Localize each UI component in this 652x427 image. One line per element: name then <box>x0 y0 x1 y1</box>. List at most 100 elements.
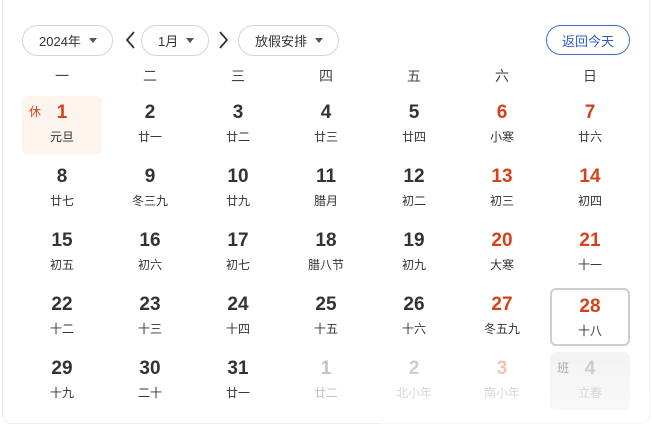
day-cell[interactable]: 6 小寒 <box>462 96 542 154</box>
caret-down-icon <box>315 38 324 43</box>
day-cell[interactable]: 休 1 元旦 <box>22 96 102 154</box>
next-month-button[interactable] <box>213 28 233 52</box>
day-number: 9 <box>144 166 156 187</box>
lunar-date: 廿一 <box>225 386 250 400</box>
day-number: 5 <box>408 102 420 123</box>
lunar-date: 廿二 <box>313 386 338 400</box>
day-cell[interactable]: 2 廿一 <box>110 96 190 154</box>
day-cell[interactable]: 20 大寒 <box>462 224 542 282</box>
back-to-today-button[interactable]: 返回今天 <box>546 25 630 55</box>
lunar-date: 小寒 <box>489 130 514 144</box>
day-cell[interactable]: 8 廿七 <box>22 160 102 218</box>
holiday-schedule-select[interactable]: 放假安排 <box>238 25 339 56</box>
lunar-date: 十四 <box>225 322 250 336</box>
day-number: 23 <box>139 294 161 315</box>
year-select[interactable]: 2024年 <box>22 25 113 56</box>
day-number: 18 <box>315 230 337 251</box>
day-number: 31 <box>227 358 249 379</box>
month-select-label: 1月 <box>158 34 179 49</box>
day-cell[interactable]: 23 十三 <box>110 288 190 346</box>
day-cell[interactable]: 26 十六 <box>374 288 454 346</box>
day-number: 7 <box>584 102 596 123</box>
holiday-schedule-label: 放假安排 <box>255 34 308 49</box>
weekday-label: 四 <box>319 68 333 84</box>
weekday-label: 一 <box>55 68 69 84</box>
day-number: 1 <box>320 358 332 379</box>
day-number: 2 <box>144 102 156 123</box>
caret-down-icon <box>186 38 195 43</box>
day-cell[interactable]: 21 十一 <box>550 224 630 282</box>
day-cell[interactable]: 5 廿四 <box>374 96 454 154</box>
day-number: 3 <box>232 102 244 123</box>
day-cell[interactable]: 2 北小年 <box>374 352 454 410</box>
lunar-date: 廿二 <box>225 130 250 144</box>
lunar-date: 初九 <box>401 258 426 272</box>
day-cell[interactable]: 12 初二 <box>374 160 454 218</box>
day-cell[interactable]: 22 十二 <box>22 288 102 346</box>
lunar-date: 南小年 <box>483 386 520 400</box>
day-number: 6 <box>496 102 508 123</box>
day-number: 29 <box>51 358 73 379</box>
day-number: 30 <box>139 358 161 379</box>
day-cell[interactable]: 24 十四 <box>198 288 278 346</box>
day-number: 16 <box>139 230 161 251</box>
day-cell[interactable]: 30 二十 <box>110 352 190 410</box>
day-cell[interactable]: 19 初九 <box>374 224 454 282</box>
lunar-date: 北小年 <box>395 386 432 400</box>
prev-month-button[interactable] <box>121 28 141 52</box>
weekday-label: 日 <box>583 68 597 84</box>
day-number: 8 <box>56 166 68 187</box>
day-cell[interactable]: 17 初七 <box>198 224 278 282</box>
weekday-label: 六 <box>495 68 509 84</box>
lunar-date: 初五 <box>49 258 74 272</box>
day-number: 17 <box>227 230 249 251</box>
day-number: 13 <box>491 166 513 187</box>
day-number: 12 <box>403 166 425 187</box>
day-cell[interactable]: 16 初六 <box>110 224 190 282</box>
lunar-date: 十八 <box>577 324 602 338</box>
day-cell[interactable]: 15 初五 <box>22 224 102 282</box>
day-number: 11 <box>315 166 337 187</box>
day-cell[interactable]: 7 廿六 <box>550 96 630 154</box>
day-cell[interactable]: 25 十五 <box>286 288 366 346</box>
weekday-label: 五 <box>407 68 421 84</box>
day-cell[interactable]: 11 腊月 <box>286 160 366 218</box>
day-cell[interactable]: 31 廿一 <box>198 352 278 410</box>
day-cell[interactable]: 3 南小年 <box>462 352 542 410</box>
lunar-date: 冬三九 <box>131 194 168 208</box>
day-number: 1 <box>56 102 68 123</box>
weekday-header: 一二三四五六日 <box>18 66 634 88</box>
lunar-date: 十五 <box>313 322 338 336</box>
lunar-date: 十六 <box>401 322 426 336</box>
day-number: 15 <box>51 230 73 251</box>
day-cell[interactable]: 29 十九 <box>22 352 102 410</box>
day-cell[interactable]: 28 十八 <box>550 288 630 346</box>
caret-down-icon <box>88 38 97 43</box>
day-cell[interactable]: 9 冬三九 <box>110 160 190 218</box>
lunar-date: 廿三 <box>313 130 338 144</box>
weekday-label: 三 <box>231 68 245 84</box>
weekday-label: 二 <box>143 68 157 84</box>
lunar-date: 十二 <box>49 322 74 336</box>
day-cell[interactable]: 1 廿二 <box>286 352 366 410</box>
day-cell[interactable]: 班 4 立春 <box>550 352 630 410</box>
day-cell[interactable]: 4 廿三 <box>286 96 366 154</box>
day-cell[interactable]: 3 廿二 <box>198 96 278 154</box>
chevron-left-icon <box>125 31 135 49</box>
lunar-date: 廿一 <box>137 130 162 144</box>
lunar-date: 立春 <box>577 386 602 400</box>
day-cell[interactable]: 13 初三 <box>462 160 542 218</box>
day-cell[interactable]: 18 腊八节 <box>286 224 366 282</box>
day-cell[interactable]: 27 冬五九 <box>462 288 542 346</box>
lunar-date: 初四 <box>577 194 602 208</box>
day-number: 20 <box>491 230 513 251</box>
day-cell[interactable]: 14 初四 <box>550 160 630 218</box>
day-number: 22 <box>51 294 73 315</box>
lunar-date: 初六 <box>137 258 162 272</box>
lunar-date: 十一 <box>577 258 602 272</box>
lunar-date: 腊八节 <box>307 258 344 272</box>
day-cell[interactable]: 10 廿九 <box>198 160 278 218</box>
lunar-date: 冬五九 <box>483 322 520 336</box>
month-select[interactable]: 1月 <box>141 25 209 56</box>
day-number: 10 <box>227 166 249 187</box>
